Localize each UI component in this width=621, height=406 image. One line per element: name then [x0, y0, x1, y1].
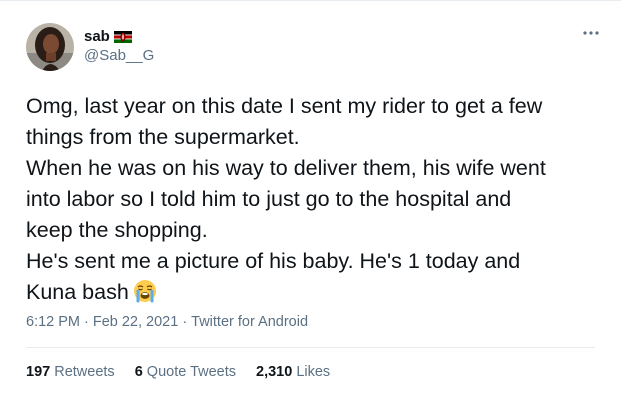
tweet-text-line: keep the shopping. — [26, 218, 208, 242]
tweet-text-line: Kuna bash — [26, 280, 129, 304]
likes-label: Likes — [296, 364, 331, 380]
more-options-icon[interactable] — [581, 27, 601, 43]
tweet-text: Omg, last year on this date I sent my ri… — [26, 91, 596, 312]
retweets-count: 197 — [26, 364, 51, 380]
tweet-date[interactable]: Feb 22, 2021 — [93, 314, 178, 330]
display-name-row: sab — [84, 26, 154, 46]
tweet-stats: 197 Retweets 6 Quote Tweets 2,310 Likes — [26, 364, 350, 380]
author-names: sab @Sab__G — [84, 26, 154, 65]
avatar-image — [26, 23, 74, 71]
avatar[interactable] — [26, 23, 74, 71]
tweet-time[interactable]: 6:12 PM — [26, 314, 80, 330]
quote-tweets-label: Quote Tweets — [146, 364, 236, 380]
tweet-header: sab @Sab__G — [26, 23, 601, 75]
kenya-flag-icon — [113, 30, 132, 43]
display-name[interactable]: sab — [84, 28, 110, 45]
tweet-text-line: into labor so I told him to just go to t… — [26, 187, 512, 211]
tweet-text-line: things from the supermarket. — [26, 125, 300, 149]
quote-tweets-count: 6 — [134, 364, 143, 380]
meta-separator: · — [182, 314, 188, 330]
tweet-card: sab @Sab__G Omg, last year on this date … — [0, 0, 621, 406]
divider — [26, 347, 595, 348]
likes-stat[interactable]: 2,310 Likes — [256, 364, 330, 380]
retweets-label: Retweets — [54, 364, 115, 380]
meta-separator: · — [84, 314, 89, 330]
retweets-stat[interactable]: 197 Retweets — [26, 364, 115, 380]
likes-count: 2,310 — [256, 364, 293, 380]
loudly-crying-face-emoji — [133, 279, 157, 312]
tweet-text-last-line: Kuna bash — [26, 277, 596, 312]
tweet-source[interactable]: Twitter for Android — [191, 314, 308, 330]
tweet-text-line: Omg, last year on this date I sent my ri… — [26, 94, 543, 118]
author-handle[interactable]: @Sab__G — [84, 47, 154, 64]
tweet-text-line: He's sent me a picture of his baby. He's… — [26, 249, 521, 273]
tweet-meta: 6:12 PM · Feb 22, 2021 · Twitter for Android — [26, 314, 308, 330]
tweet-text-line: When he was on his way to deliver them, … — [26, 156, 546, 180]
quote-tweets-stat[interactable]: 6 Quote Tweets — [135, 364, 236, 380]
